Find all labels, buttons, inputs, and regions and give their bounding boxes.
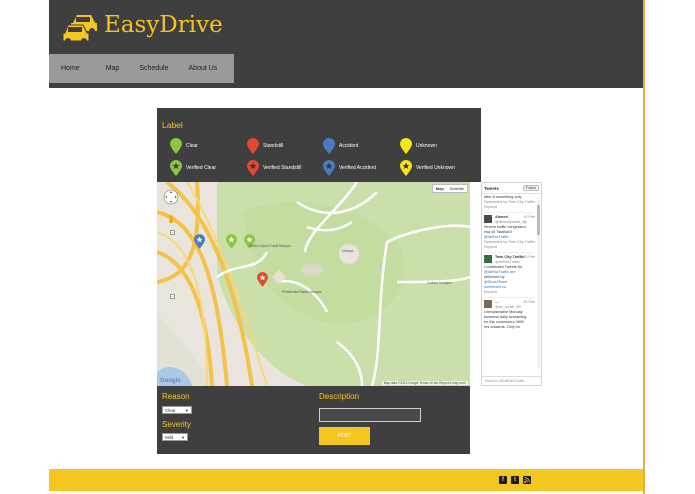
site-footer: f t: [49, 469, 643, 491]
tweets-title: Tweets: [484, 185, 499, 191]
avatar[interactable]: [484, 300, 492, 308]
pin-icon: [170, 138, 182, 154]
legend-item-label: Verified Unknown: [416, 165, 455, 171]
nav-about-us[interactable]: About Us: [177, 65, 218, 72]
pin-icon: [323, 138, 335, 154]
reason-select[interactable]: Clear ▼: [162, 406, 192, 414]
legend-item-label: Clear: [186, 143, 198, 149]
main-nav: Home Map Schedule About Us: [49, 54, 234, 83]
legend-item-label: Verified Accident: [339, 165, 376, 171]
page: EasyDrive Home Map Schedule About Us Lab…: [0, 0, 695, 494]
tweets-header: Tweets Follow: [482, 183, 541, 194]
nav-map[interactable]: Map: [94, 65, 120, 72]
legend-item-label: Unknown: [416, 143, 437, 149]
map-place-label: Cultural Complex: [427, 281, 452, 285]
legend-item: Verified Clear: [170, 160, 216, 176]
tweet-item: 19 Feb Ahmed @ahmadpradit_ajb Severe tra…: [484, 212, 535, 250]
legend-item: Standstill: [247, 138, 283, 154]
description-input[interactable]: [319, 408, 421, 422]
post-button[interactable]: POST: [319, 427, 370, 445]
legend-item-label: Verified Clear: [186, 165, 217, 171]
zoom-out-button[interactable]: −: [170, 294, 175, 299]
expand-link[interactable]: Expand: [484, 290, 535, 295]
map-type-toggle: Map Satellite: [431, 184, 468, 193]
tweet-item: after 8.something only Retweeted by Twin…: [484, 195, 535, 210]
report-form: Reason Clear ▼ Severity Mild ▼ Descripti…: [157, 386, 470, 454]
expand-link[interactable]: Expand: [484, 245, 535, 250]
zoom-in-button[interactable]: +: [170, 230, 175, 235]
pin-icon: [247, 138, 259, 154]
severity-label: Severity: [162, 420, 191, 429]
map-attribution[interactable]: Map data ©2015 Google Terms of Use Repor…: [381, 381, 468, 385]
legend-item: Verified Unknown: [400, 160, 455, 176]
severity-select[interactable]: Mild ▼: [162, 433, 188, 441]
facebook-icon[interactable]: f: [499, 476, 507, 484]
twitter-icon[interactable]: t: [511, 476, 519, 484]
severity-select-value: Mild: [165, 435, 174, 440]
car-logo-icon[interactable]: [63, 9, 101, 45]
traffic-map[interactable]: Map Satellite + − Mosque Cultural Comple…: [157, 182, 470, 386]
map-place-label: Mosque: [342, 249, 354, 253]
star-pin-icon: [247, 160, 259, 176]
pegman-icon[interactable]: [168, 215, 174, 223]
tweet-date[interactable]: 19 Feb: [523, 255, 535, 259]
chevron-down-icon: ▼: [181, 435, 185, 440]
tweet-text: hrs onwards. Only on: [484, 325, 520, 329]
pin-icon: [400, 138, 412, 154]
twitter-widget: Tweets Follow after 8.something only Ret…: [481, 182, 542, 386]
pan-control-icon[interactable]: [163, 189, 179, 205]
legend-item: Accident: [323, 138, 358, 154]
map-place-label: Sheikh Zayed Grand Mosque: [249, 244, 291, 248]
tweets-timeline[interactable]: after 8.something only Retweeted by Twin…: [482, 194, 541, 331]
map-type-satellite[interactable]: Satellite: [447, 185, 467, 192]
legend-item: Clear: [170, 138, 198, 154]
legend-item: Unknown: [400, 138, 437, 154]
avatar[interactable]: [484, 255, 492, 263]
brand-name[interactable]: EasyDrive: [104, 12, 223, 38]
site-header: EasyDrive Home Map Schedule About Us: [49, 0, 643, 88]
nav-schedule[interactable]: Schedule: [127, 65, 168, 72]
legend-title: Label: [162, 120, 183, 130]
map-place-label: Presidential Palace Mosque: [282, 290, 322, 294]
description-label: Description: [319, 392, 360, 401]
tweet-item: 19 Feb ... @uri_mukti_99 Unexplainable M…: [484, 297, 535, 330]
map-type-map[interactable]: Map: [433, 185, 447, 192]
star-pin-icon: [400, 160, 412, 176]
legend-item: Verified Accident: [323, 160, 376, 176]
star-pin-icon: [323, 160, 335, 176]
expand-link[interactable]: Expand: [484, 205, 535, 210]
tweets-scroll-thumb[interactable]: [537, 205, 540, 235]
verified-clear-marker-icon[interactable]: [226, 234, 237, 249]
legend-item-label: Verified Standstill: [263, 165, 302, 171]
follow-button[interactable]: Follow: [522, 185, 539, 191]
legend-item-label: Accident: [339, 143, 359, 149]
google-logo: Google: [160, 378, 181, 384]
tweet-date[interactable]: 19 Feb: [523, 215, 535, 219]
verified-standstill-marker-icon[interactable]: [257, 272, 268, 287]
chevron-down-icon: ▼: [185, 408, 189, 413]
reason-label: Reason: [162, 392, 190, 401]
star-pin-icon: [170, 160, 182, 176]
rss-icon[interactable]: [523, 476, 531, 484]
tweet-date[interactable]: 19 Feb: [523, 300, 535, 304]
verified-accident-marker-icon[interactable]: [194, 234, 205, 249]
tweet-to-link[interactable]: Tweet to @IdiRazTraffic: [482, 376, 541, 385]
nav-home[interactable]: Home: [49, 65, 80, 72]
legend-item-label: Standstill: [263, 143, 284, 149]
legend-item: Verified Standstill: [247, 160, 301, 176]
avatar[interactable]: [484, 215, 492, 223]
legend-panel: Label Clear Standstill Accident Unknown Veri…: [157, 108, 481, 182]
tweet-item: 19 Feb Twin City Traffic @IdiRazTraffic …: [484, 252, 535, 295]
reason-select-value: Clear: [165, 408, 176, 413]
map-canvas[interactable]: [157, 182, 470, 386]
